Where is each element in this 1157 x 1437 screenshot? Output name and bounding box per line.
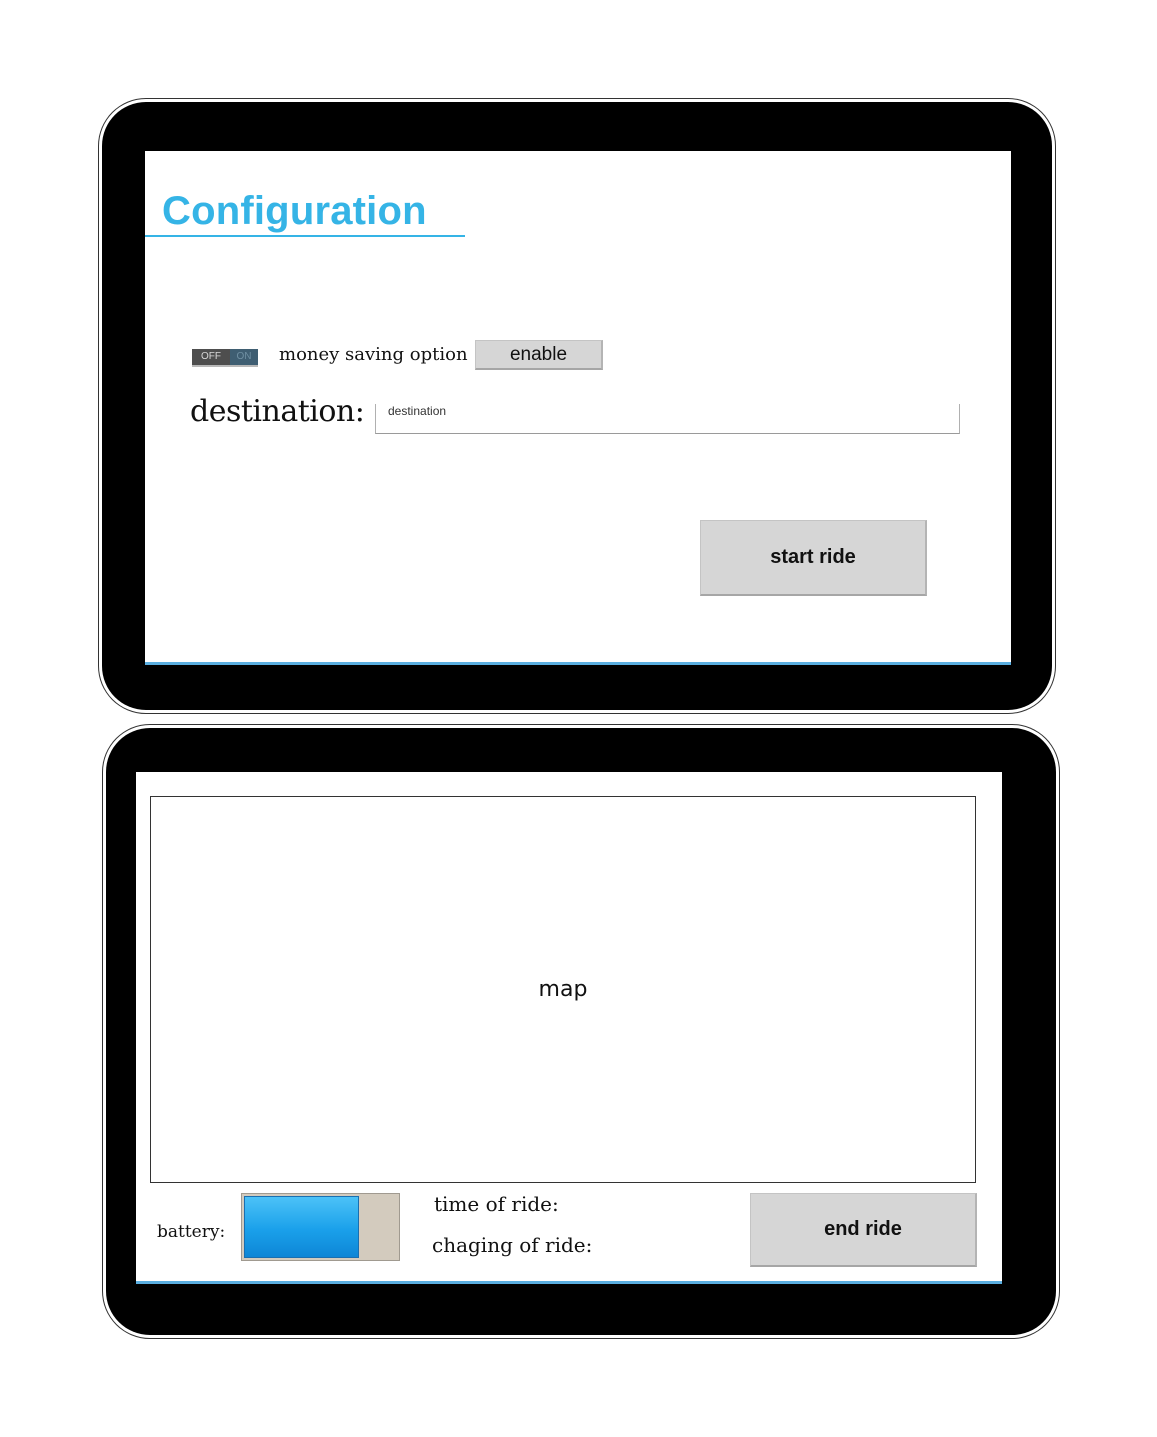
battery-label: battery:: [157, 1222, 226, 1242]
configuration-screen: Configuration OFF ON money saving option…: [145, 151, 1011, 665]
toggle-off-label: OFF: [192, 349, 230, 365]
money-saving-toggle[interactable]: OFF ON: [192, 349, 258, 367]
money-saving-label: money saving option: [279, 344, 468, 365]
screen-bottom-divider: [136, 1281, 1002, 1284]
time-of-ride-label: time of ride:: [434, 1192, 559, 1216]
tablet-frame-configuration: Configuration OFF ON money saving option…: [102, 102, 1052, 710]
destination-input[interactable]: [375, 404, 960, 434]
map-view[interactable]: map: [150, 796, 976, 1183]
tablet-frame-ride: map battery: time of ride: chaging of ri…: [106, 728, 1056, 1335]
charging-of-ride-label: chaging of ride:: [432, 1233, 593, 1257]
battery-indicator: [241, 1193, 400, 1261]
map-label: map: [538, 977, 588, 1002]
title-underline: [145, 235, 465, 237]
enable-button[interactable]: enable: [475, 340, 603, 370]
toggle-on-label: ON: [230, 349, 258, 365]
end-ride-button[interactable]: end ride: [750, 1193, 977, 1267]
start-ride-button[interactable]: start ride: [700, 520, 927, 596]
ride-screen: map battery: time of ride: chaging of ri…: [136, 772, 1002, 1284]
battery-level-fill: [244, 1196, 359, 1258]
destination-field-wrapper: [375, 404, 960, 434]
screen-bottom-divider: [145, 662, 1011, 665]
page-title: Configuration: [162, 189, 427, 233]
destination-label: destination:: [190, 394, 365, 429]
